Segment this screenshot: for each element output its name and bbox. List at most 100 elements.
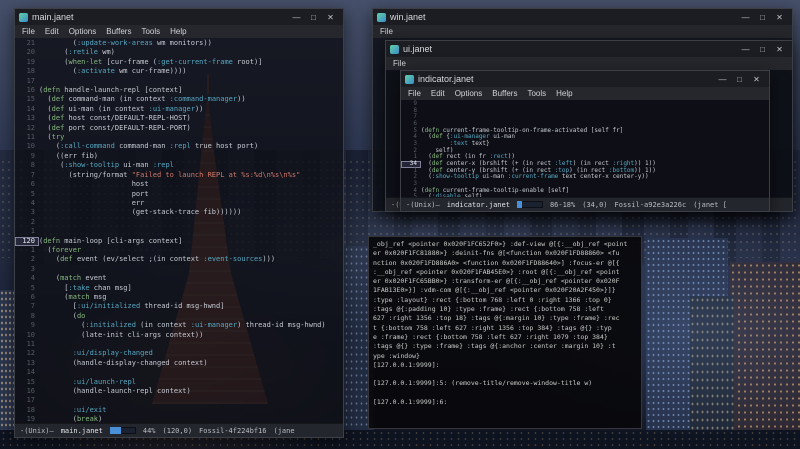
menu-item[interactable]: Edit (45, 27, 59, 36)
code-text: (handle-display-changed context) (39, 358, 208, 367)
window-indicator-janet: indicator.janet — □ ✕ File Edit Options Buf… (400, 70, 770, 212)
code-line[interactable]: 20 (:retile wm) (15, 48, 343, 57)
code-line[interactable]: 1 (forever (15, 246, 343, 255)
code-line[interactable]: 7 (string/format "Failed to launch REPL … (15, 171, 343, 180)
code-line[interactable]: 19 (when-let [cur-frame (:get-current-fr… (15, 58, 343, 67)
code-line[interactable]: 7 [:ui/initialized thread-id msg-hwnd] (15, 302, 343, 311)
code-line[interactable]: 14 (def ui-man (in context :ui-manager)) (15, 105, 343, 114)
code-line[interactable]: 3 (get-stack-trace fib)))))) (15, 208, 343, 217)
code-line[interactable]: 14 (15, 368, 343, 377)
menu-item[interactable]: File (393, 59, 406, 68)
menu-item[interactable]: Help (170, 27, 186, 36)
app-icon (19, 12, 28, 22)
line-number: 14 (26, 104, 35, 113)
status-vcs: Fossil-a92e3a226c (614, 200, 687, 209)
log-line: :tags @{} :type :frame} :tags @{:anchor … (373, 342, 616, 351)
titlebar[interactable]: win.janet — □ ✕ (373, 9, 792, 25)
code-line[interactable]: 9 ((err fib) (15, 152, 343, 161)
menu-item[interactable]: File (408, 89, 421, 98)
code-line[interactable]: 6 (match msg (15, 293, 343, 302)
close-button[interactable]: ✕ (748, 72, 765, 86)
code-line[interactable]: 8 (401, 107, 769, 115)
code-area[interactable]: 9 8 7 6 5 (defn current-frame-tooltip-on… (401, 100, 769, 197)
code-line[interactable]: 21 (:update-work-areas wm monitors)) (15, 39, 343, 48)
code-line[interactable]: 2 (15, 218, 343, 227)
code-text: err (39, 198, 145, 207)
menu-item[interactable]: Buffers (106, 27, 131, 36)
menu-item[interactable]: File (22, 27, 35, 36)
maximize-button[interactable]: □ (731, 72, 748, 86)
menu-item[interactable]: Tools (527, 89, 546, 98)
code-line[interactable]: 8 (do (15, 312, 343, 321)
code-line[interactable]: 5 [:take chan msg] (15, 284, 343, 293)
menu-item[interactable]: Tools (141, 27, 160, 36)
line-number: 7 (413, 113, 417, 121)
code-line[interactable]: 2 (:show-tooltip ui-man :current-frame t… (401, 173, 769, 181)
maximize-button[interactable]: □ (754, 10, 771, 24)
code-line[interactable]: 13 (def host const/DEFAULT-REPL-HOST) (15, 114, 343, 123)
line-number: 2 (30, 255, 35, 264)
code-line[interactable]: 10 (:call-command command-man :repl true… (15, 142, 343, 151)
code-line[interactable]: 16 (defn handle-launch-repl [context] (15, 86, 343, 95)
minimize-button[interactable]: — (288, 10, 305, 24)
code-text: (:initialized (in context :ui-manager) t… (39, 321, 326, 330)
code-line[interactable]: 19 (break) (15, 415, 343, 423)
menu-item[interactable]: File (380, 27, 393, 36)
code-line[interactable]: 17 (15, 77, 343, 86)
code-line[interactable]: 2 (def event (ev/select ;(in context :ev… (15, 255, 343, 264)
code-text: (:show-tooltip ui-man :repl (39, 161, 174, 170)
code-line[interactable]: 4 err (15, 199, 343, 208)
close-button[interactable]: ✕ (322, 10, 339, 24)
minimize-button[interactable]: — (737, 10, 754, 24)
menu-item[interactable]: Help (556, 89, 572, 98)
code-line[interactable]: 17 (15, 396, 343, 405)
minimize-button[interactable]: — (737, 42, 754, 56)
menu-item[interactable]: Edit (431, 89, 445, 98)
line-number: 17 (26, 396, 35, 405)
code-line[interactable]: 9 (:initialized (in context :ui-manager)… (15, 321, 343, 330)
code-line[interactable]: 18 :ui/exit (15, 406, 343, 415)
code-line[interactable]: 16 (handle-launch-repl context) (15, 387, 343, 396)
code-line[interactable]: 1 (15, 227, 343, 236)
titlebar[interactable]: ui.janet — □ ✕ (386, 41, 792, 57)
code-line[interactable]: 12 (def port const/DEFAULT-REPL-PORT) (15, 124, 343, 133)
code-line[interactable]: 12 :ui/display-changed (15, 349, 343, 358)
code-line[interactable]: 11 (15, 340, 343, 349)
status-filename: indicator.janet (446, 200, 510, 209)
scroll-position-indicator[interactable] (516, 201, 543, 208)
line-number: 5 (30, 283, 35, 292)
maximize-button[interactable]: □ (754, 42, 771, 56)
code-line[interactable]: 9 (401, 100, 769, 108)
menu-item[interactable]: Options (455, 89, 483, 98)
menu-item[interactable]: Buffers (492, 89, 517, 98)
code-line[interactable]: 13 (handle-display-changed context) (15, 359, 343, 368)
code-line[interactable]: 6 host (15, 180, 343, 189)
minimize-button[interactable]: — (714, 72, 731, 86)
scroll-position-indicator[interactable] (109, 427, 136, 434)
code-line[interactable]: 10 (late-init cli-args context)) (15, 331, 343, 340)
code-line[interactable]: 15 :ui/launch-repl (15, 378, 343, 387)
code-area[interactable]: 21 (:update-work-areas wm monitors)) 20 … (15, 38, 343, 423)
code-line[interactable]: 15 (def command-man (in context :command… (15, 95, 343, 104)
line-number: 8 (30, 311, 35, 320)
code-line[interactable]: 8 (:show-tooltip ui-man :repl (15, 161, 343, 170)
line-number: 8 (30, 161, 35, 170)
close-button[interactable]: ✕ (771, 10, 788, 24)
code-line[interactable]: 120 (defn main-loop [cli-args context] (15, 236, 343, 246)
repl-log-panel[interactable]: _obj_ref <pointer 0x020F1FC652F0>} :def-… (368, 236, 642, 429)
menu-item[interactable]: Options (69, 27, 97, 36)
code-line[interactable]: 3 (15, 265, 343, 274)
code-line[interactable]: 7 (401, 114, 769, 121)
code-line[interactable]: 11 (try (15, 133, 343, 142)
code-text: (when-let [cur-frame (:get-current-frame… (39, 57, 263, 66)
code-line[interactable]: 18 (:activate wm cur-frame)))) (15, 67, 343, 76)
maximize-button[interactable]: □ (305, 10, 322, 24)
statusbar: -(Unix)— indicator.janet 86-18% (34,0) F… (401, 197, 769, 211)
code-line[interactable]: 5 port (15, 190, 343, 199)
code-text: (def port const/DEFAULT-REPL-PORT) (39, 123, 191, 132)
code-line[interactable]: 3 :text text} (401, 140, 769, 148)
titlebar[interactable]: main.janet — □ ✕ (15, 9, 343, 25)
titlebar[interactable]: indicator.janet — □ ✕ (401, 71, 769, 87)
close-button[interactable]: ✕ (771, 42, 788, 56)
code-line[interactable]: 4 (match event (15, 274, 343, 283)
